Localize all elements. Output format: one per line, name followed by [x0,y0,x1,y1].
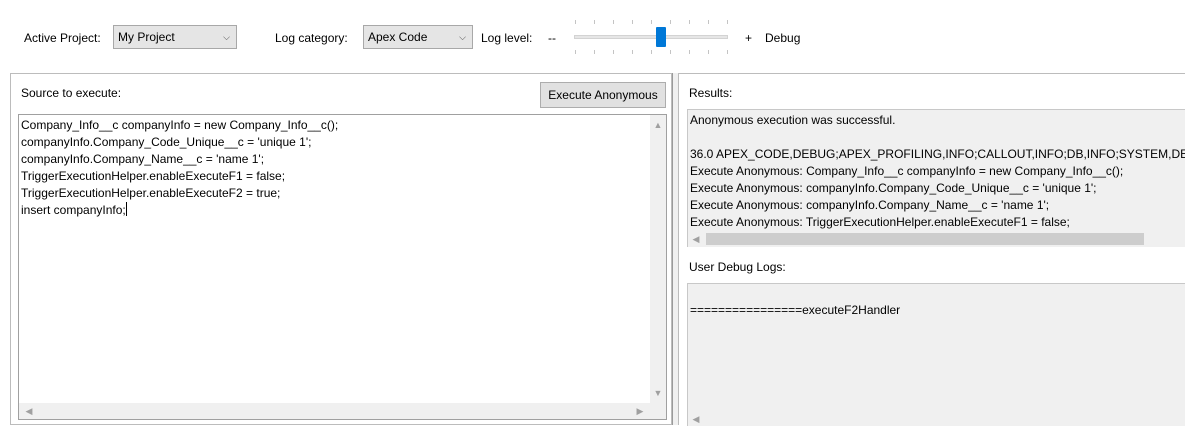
toolbar: Active Project: My Project ⌵ Log categor… [0,0,1185,72]
log-category-value: Apex Code [368,30,428,44]
result-line: Execute Anonymous: companyInfo.Company_C… [690,181,1097,195]
debug-logs-output[interactable]: ================executeF2Handler ◀ [687,283,1185,426]
scroll-left-icon[interactable]: ◀ [688,231,704,247]
active-project-select[interactable]: My Project ⌵ [113,25,237,49]
result-line: Execute Anonymous: TriggerExecutionHelpe… [690,215,1070,229]
log-level-plus: + [745,31,753,45]
source-label: Source to execute: [21,86,122,100]
active-project-value: My Project [118,30,175,44]
slider-track[interactable] [574,35,728,39]
source-editor[interactable]: Company_Info__c companyInfo = new Compan… [18,114,667,420]
code-line: TriggerExecutionHelper.enableExecuteF1 =… [21,169,286,183]
results-pane: Results: Anonymous execution was success… [678,73,1185,426]
chevron-down-icon: ⌵ [223,32,230,42]
active-project-label: Active Project: [24,31,101,45]
source-vertical-scrollbar[interactable]: ▲ ▼ [650,115,666,403]
code-line: TriggerExecutionHelper.enableExecuteF2 =… [21,186,281,200]
scroll-left-icon[interactable]: ◀ [688,411,704,426]
debug-horizontal-scrollbar[interactable]: ◀ [688,411,1185,426]
execute-anonymous-button[interactable]: Execute Anonymous [540,82,666,108]
log-category-select[interactable]: Apex Code ⌵ [363,25,473,49]
log-level-slider[interactable] [572,20,730,54]
scroll-left-icon[interactable]: ◀ [21,403,37,419]
slider-thumb[interactable] [656,27,666,47]
log-level-minus: -- [548,31,556,45]
log-level-label: Log level: [481,31,533,45]
scrollbar-corner [650,403,666,419]
code-line: Company_Info__c companyInfo = new Compan… [21,118,339,132]
result-line: Execute Anonymous: companyInfo.Company_N… [690,198,1050,212]
result-line: Anonymous execution was successful. [690,113,896,127]
scroll-up-icon[interactable]: ▲ [650,117,666,133]
scroll-right-icon[interactable]: ▶ [632,403,648,419]
log-category-label: Log category: [275,31,348,45]
text-caret [125,202,127,216]
results-horizontal-scrollbar[interactable]: ◀ [688,231,1185,247]
results-output[interactable]: Anonymous execution was successful. 36.0… [687,109,1185,247]
scroll-down-icon[interactable]: ▼ [650,385,666,401]
code-line: companyInfo.Company_Name__c = 'name 1'; [21,152,265,166]
source-horizontal-scrollbar[interactable]: ◀ ▶ [19,403,650,419]
debug-log-line: ================executeF2Handler [690,303,901,317]
code-line: companyInfo.Company_Code_Unique__c = 'un… [21,135,312,149]
log-level-value: Debug [765,31,801,45]
scrollbar-thumb[interactable] [706,233,1144,245]
code-line: insert companyInfo; [21,203,126,217]
debug-logs-label: User Debug Logs: [689,260,786,274]
result-line: Execute Anonymous: Company_Info__c compa… [690,164,1124,178]
chevron-down-icon: ⌵ [459,32,466,42]
results-label: Results: [689,86,733,100]
source-pane: Source to execute: Execute Anonymous Com… [10,73,672,425]
result-line: 36.0 APEX_CODE,DEBUG;APEX_PROFILING,INFO… [690,147,1185,161]
